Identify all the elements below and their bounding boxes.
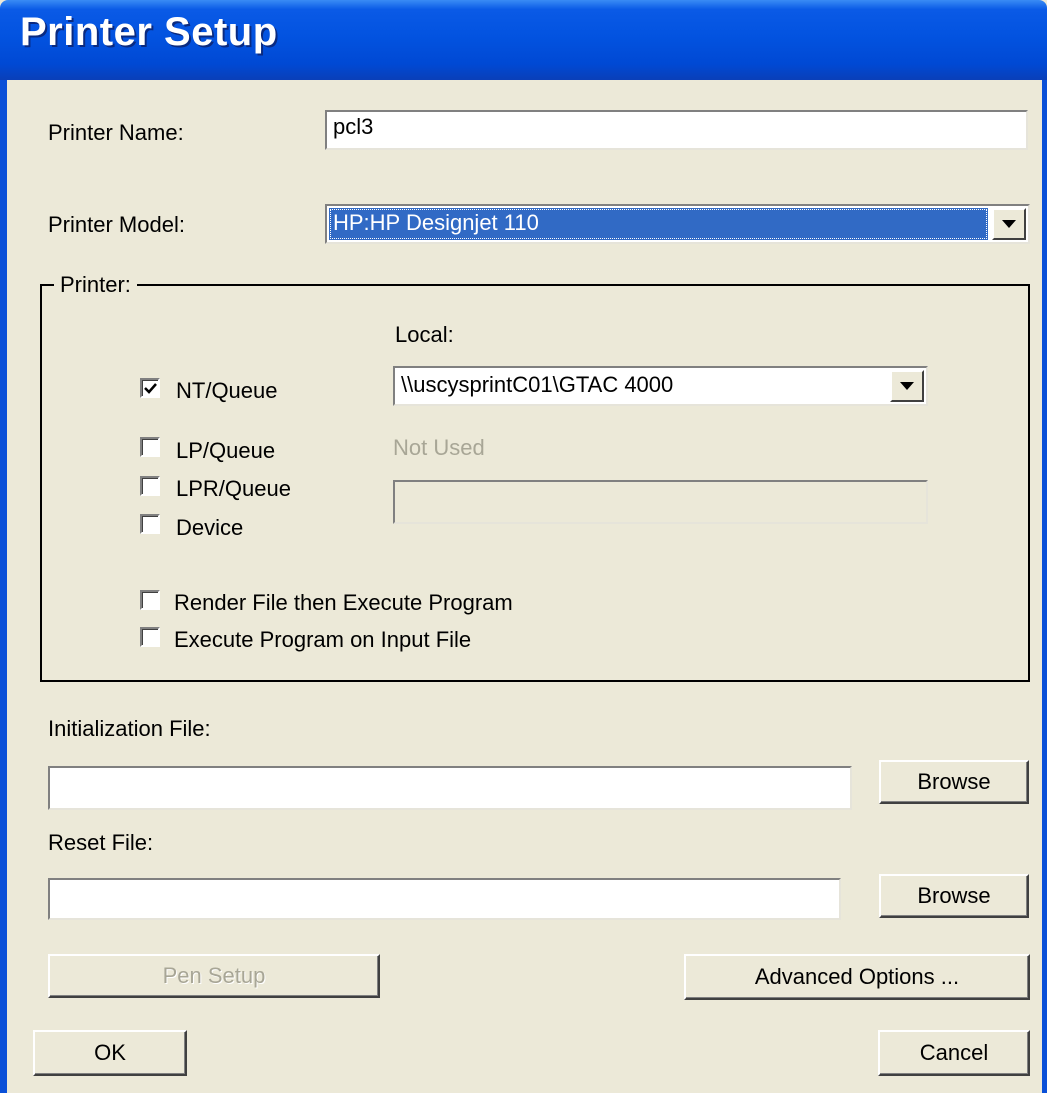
ok-button[interactable]: OK <box>33 1030 187 1076</box>
advanced-options-button[interactable]: Advanced Options ... <box>684 954 1030 1000</box>
reset-file-label: Reset File: <box>48 830 154 855</box>
not-used-label: Not Used <box>393 435 485 460</box>
execute-on-input-checkbox[interactable] <box>140 627 160 647</box>
checkmark-icon <box>144 383 157 394</box>
chevron-down-icon[interactable] <box>890 370 924 402</box>
nt-queue-label: NT/Queue <box>176 378 278 403</box>
local-label: Local: <box>395 322 454 347</box>
init-file-browse-button[interactable]: Browse <box>879 760 1029 804</box>
local-queue-value: \\uscysprintC01\GTAC 4000 <box>401 372 674 397</box>
printer-name-label: Printer Name: <box>48 120 184 145</box>
lp-queue-checkbox[interactable] <box>140 437 160 457</box>
device-checkbox[interactable] <box>140 514 160 534</box>
local-queue-select[interactable]: \\uscysprintC01\GTAC 4000 <box>393 366 928 406</box>
printer-name-input[interactable]: pcl3 <box>325 110 1028 150</box>
chevron-down-icon[interactable] <box>992 208 1026 240</box>
window-frame-left <box>0 80 7 1093</box>
lp-queue-label: LP/Queue <box>176 438 276 463</box>
nt-queue-checkbox[interactable] <box>140 378 160 398</box>
device-label: Device <box>176 515 244 540</box>
not-used-input[interactable] <box>393 480 928 524</box>
init-file-label: Initialization File: <box>48 716 211 741</box>
window-frame-right <box>1042 80 1047 1093</box>
pen-setup-button[interactable]: Pen Setup <box>48 954 380 998</box>
window-title: Printer Setup <box>20 10 278 54</box>
init-file-input[interactable] <box>48 766 852 810</box>
printer-model-select[interactable]: HP:HP Designjet 110 <box>325 204 1030 244</box>
lpr-queue-checkbox[interactable] <box>140 476 160 496</box>
render-then-execute-checkbox[interactable] <box>140 590 160 610</box>
printer-model-value: HP:HP Designjet 110 <box>329 208 988 240</box>
cancel-button[interactable]: Cancel <box>878 1030 1030 1076</box>
reset-file-input[interactable] <box>48 878 841 920</box>
render-then-execute-label: Render File then Execute Program <box>174 590 513 615</box>
printer-model-label: Printer Model: <box>48 212 185 237</box>
title-bar[interactable]: Printer Setup <box>0 0 1047 80</box>
reset-file-browse-button[interactable]: Browse <box>879 874 1029 918</box>
printer-group-label: Printer: <box>54 272 137 298</box>
lpr-queue-label: LPR/Queue <box>176 476 291 501</box>
execute-on-input-label: Execute Program on Input File <box>174 627 472 652</box>
